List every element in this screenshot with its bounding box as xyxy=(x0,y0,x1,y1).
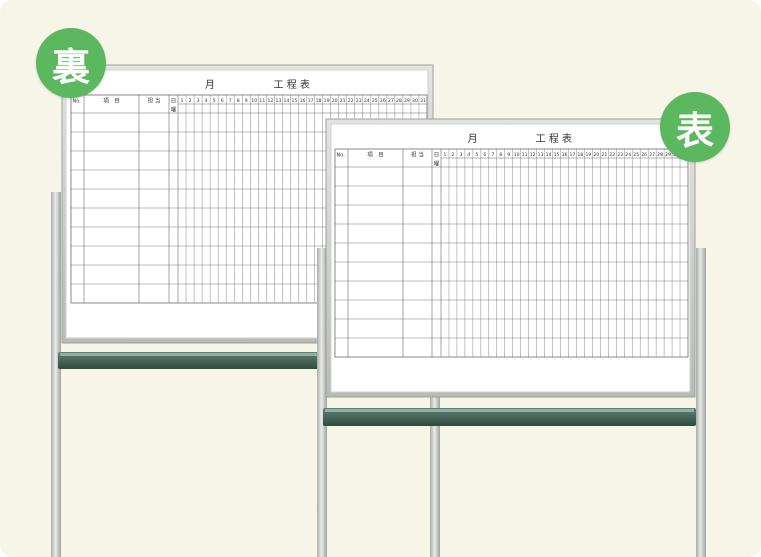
day-number: 13 xyxy=(275,98,281,104)
front-side-badge: 表 xyxy=(660,92,730,162)
day-number: 17 xyxy=(308,98,314,104)
header-item: 項 目 xyxy=(103,98,120,105)
day-number: 11 xyxy=(259,98,265,104)
day-number: 17 xyxy=(570,152,576,158)
day-number: 5 xyxy=(213,98,216,104)
day-number: 27 xyxy=(388,98,394,104)
day-number: 18 xyxy=(316,98,322,104)
day-number: 8 xyxy=(237,98,240,104)
day-number: 11 xyxy=(522,152,528,158)
day-number: 27 xyxy=(649,152,655,158)
day-number: 8 xyxy=(499,152,502,158)
day-number: 28 xyxy=(657,152,663,158)
day-number: 25 xyxy=(372,98,378,104)
day-number: 24 xyxy=(625,152,631,158)
day-number: 1 xyxy=(444,152,447,158)
whiteboard-scene: 月工 程 表No. 項 目担 当日曜1 2 3 4 5 6 7 8 9 10 11 12 13 14 15 16… xyxy=(51,64,706,557)
front-board: 月工 程 表No. 項 目担 当日曜1 2 3 4 5 6 7 8 9 10 11 12 13 14 15 16… xyxy=(317,118,706,557)
day-number: 18 xyxy=(578,152,584,158)
header-weekday: 曜 xyxy=(171,107,177,114)
day-number: 24 xyxy=(364,98,370,104)
board-title-month: 月 xyxy=(468,133,478,145)
day-number: 30 xyxy=(412,98,418,104)
day-number: 12 xyxy=(267,98,273,104)
day-number: 19 xyxy=(585,152,591,158)
board-title: 工 程 表 xyxy=(536,132,572,145)
day-number: 19 xyxy=(324,98,330,104)
header-day: 日 xyxy=(434,152,440,159)
day-number: 26 xyxy=(380,98,386,104)
header-person: 担 当 xyxy=(148,97,161,105)
day-number: 14 xyxy=(284,98,290,104)
day-number: 2 xyxy=(451,152,454,158)
day-number: 16 xyxy=(300,98,306,104)
day-number: 4 xyxy=(467,152,470,158)
day-number: 15 xyxy=(292,98,298,104)
day-number: 13 xyxy=(538,152,544,158)
header-no: No. xyxy=(73,99,82,105)
day-number: 23 xyxy=(617,152,623,158)
day-number: 29 xyxy=(665,152,671,158)
day-number: 7 xyxy=(229,98,232,104)
front-stand-pole-right xyxy=(696,248,706,557)
back-side-badge: 裏 xyxy=(36,28,106,98)
day-number: 3 xyxy=(197,98,200,104)
day-number: 22 xyxy=(609,152,615,158)
day-number: 12 xyxy=(530,152,536,158)
day-number: 10 xyxy=(514,152,520,158)
day-number: 4 xyxy=(205,98,208,104)
day-number: 5 xyxy=(475,152,478,158)
header-item: 項 目 xyxy=(367,152,384,159)
front-board-surface xyxy=(330,123,691,393)
day-number: 29 xyxy=(404,98,410,104)
day-number: 6 xyxy=(221,98,224,104)
back-stand-pole-left xyxy=(51,192,61,557)
day-number: 23 xyxy=(356,98,362,104)
day-number: 15 xyxy=(554,152,560,158)
day-number: 9 xyxy=(507,152,510,158)
header-day: 日 xyxy=(171,98,177,105)
header-no: No. xyxy=(337,153,346,159)
board-title-month: 月 xyxy=(205,79,215,91)
day-number: 1 xyxy=(181,98,184,104)
day-number: 26 xyxy=(641,152,647,158)
day-number: 9 xyxy=(245,98,248,104)
day-number: 16 xyxy=(562,152,568,158)
day-number: 20 xyxy=(332,98,338,104)
day-number: 21 xyxy=(601,152,607,158)
day-number: 6 xyxy=(483,152,486,158)
day-number: 21 xyxy=(340,98,346,104)
header-person: 担 当 xyxy=(411,151,424,159)
day-number: 7 xyxy=(491,152,494,158)
day-number: 28 xyxy=(396,98,402,104)
day-number: 3 xyxy=(459,152,462,158)
day-number: 14 xyxy=(546,152,552,158)
day-number: 25 xyxy=(633,152,639,158)
product-panel: 月工 程 表 No. 項 目担 当日曜 1 2 3 4 5 6 7 8 9 10 11 12 13 14 15 16… xyxy=(0,0,761,557)
board-title: 工 程 表 xyxy=(274,78,310,91)
day-number: 10 xyxy=(251,98,257,104)
day-number: 20 xyxy=(593,152,599,158)
front-tray-lip xyxy=(325,409,694,412)
day-number: 22 xyxy=(348,98,354,104)
back-tray-lip xyxy=(60,353,322,356)
day-number: 2 xyxy=(189,98,192,104)
day-number: 31 xyxy=(420,98,426,104)
header-weekday: 曜 xyxy=(434,161,440,168)
